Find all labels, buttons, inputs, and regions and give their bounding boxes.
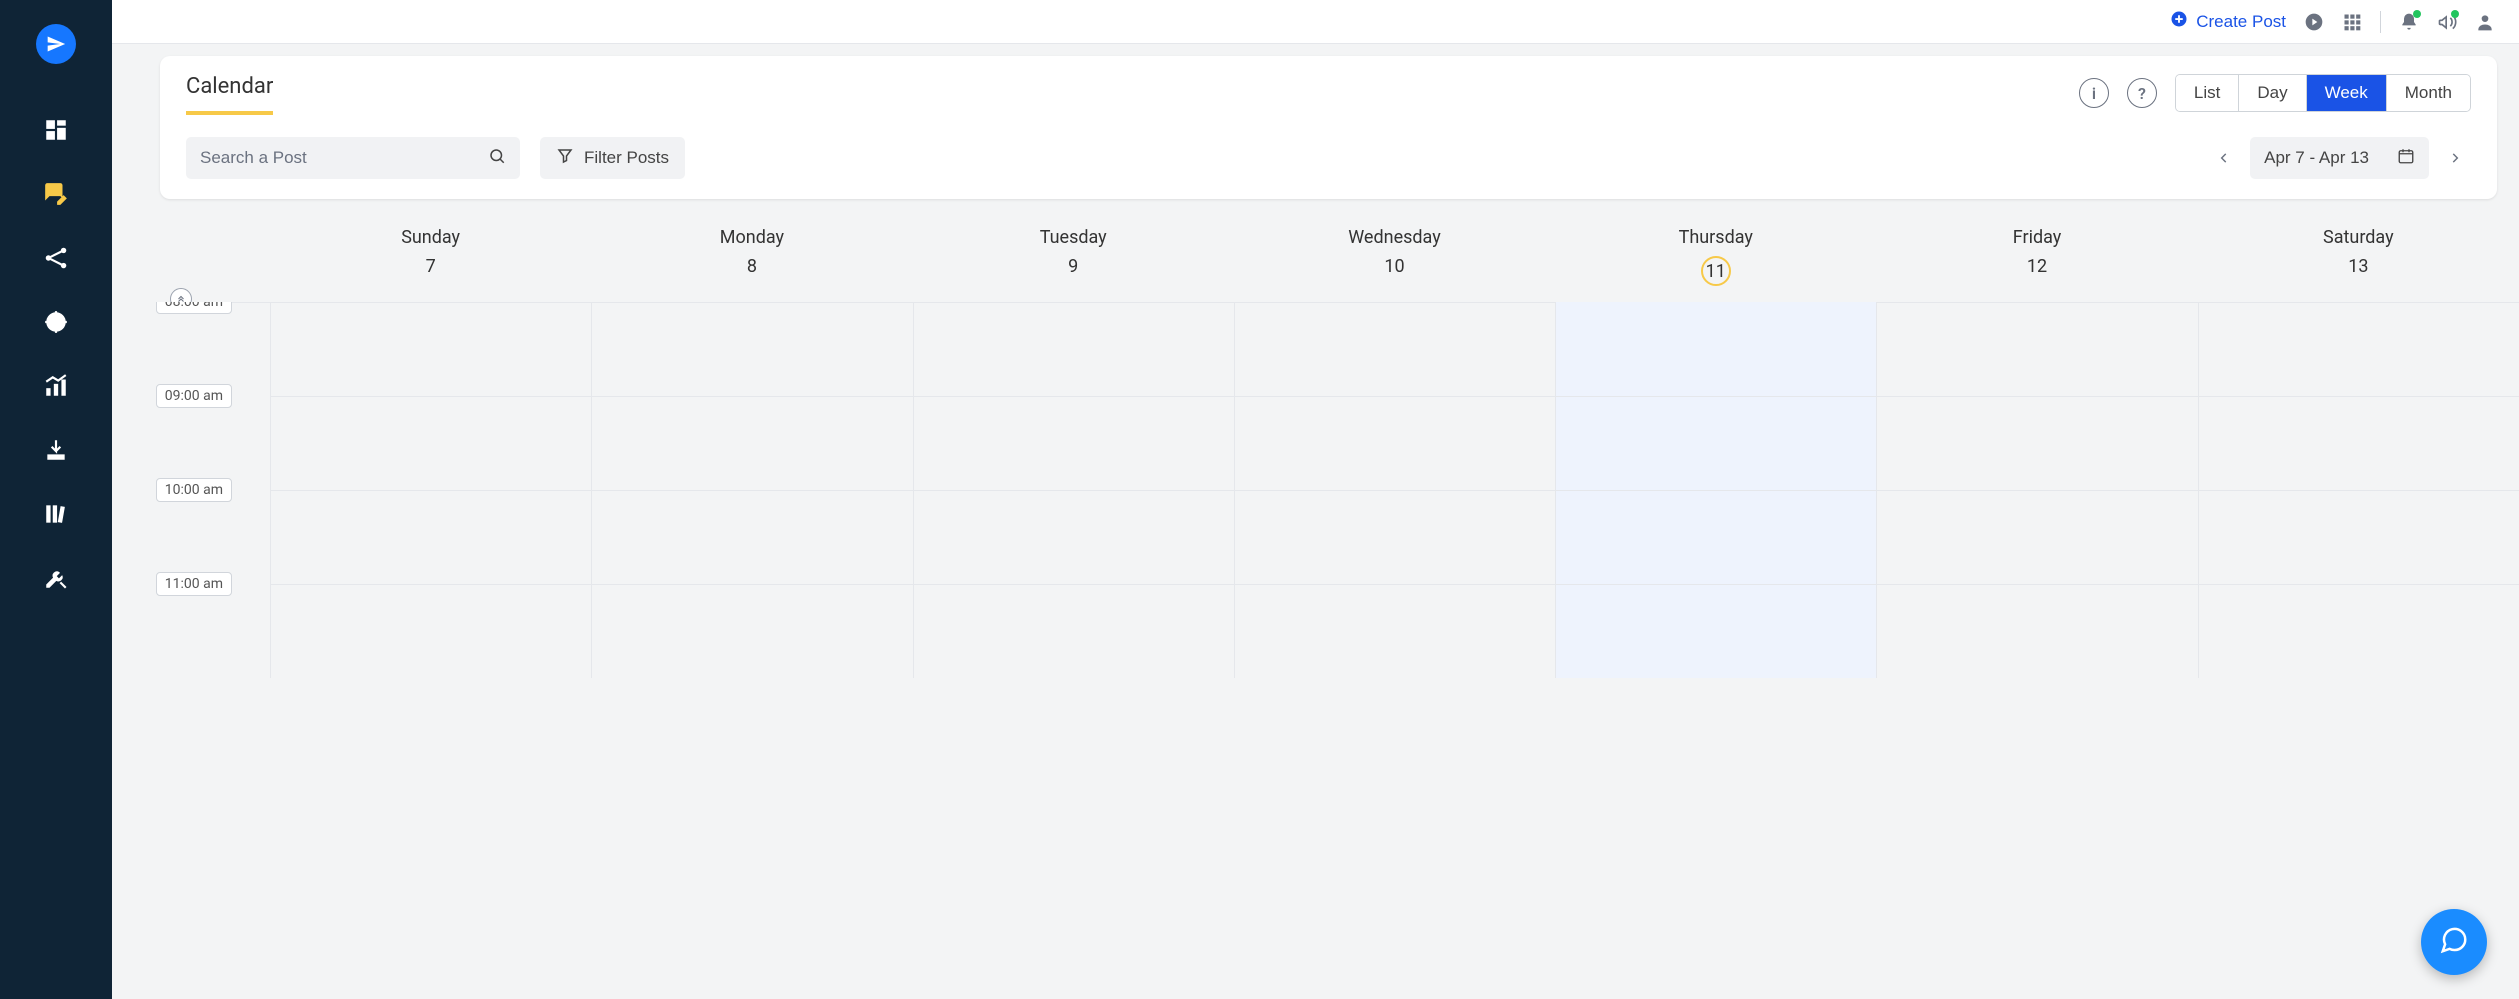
day-name: Friday [1876,227,2197,248]
calendar-grid: Sunday 7 Monday 8 Tuesday 9 Wednesday 10 Thursda… [112,221,2519,999]
connections-icon [43,245,69,275]
announcement-badge [2451,10,2459,18]
day-header[interactable]: Sunday 7 [270,221,591,302]
day-header[interactable]: Friday 12 [1876,221,2197,302]
library-icon [43,501,69,531]
apps-grid-icon[interactable] [2342,12,2362,32]
info-icon[interactable]: i [2079,78,2109,108]
date-range-button[interactable]: Apr 7 - Apr 13 [2250,137,2429,179]
analytics-icon [43,373,69,403]
time-label: 09:00 am [156,384,232,408]
day-header[interactable]: Tuesday 9 [913,221,1234,302]
help-icon[interactable]: ? [2127,78,2157,108]
left-sidebar [0,0,112,999]
nav-target[interactable] [0,292,112,356]
topbar-divider [2380,11,2381,33]
nav-library[interactable] [0,484,112,548]
filter-button[interactable]: Filter Posts [540,137,685,179]
chat-icon [2439,925,2469,959]
search-box [186,137,520,179]
announcements-icon[interactable] [2437,12,2457,32]
top-bar: Create Post [112,0,2519,44]
day-header[interactable]: Thursday 11 [1555,221,1876,302]
day-number: 7 [426,256,436,277]
calendar-icon [2397,147,2415,170]
nav-dashboard[interactable] [0,100,112,164]
app-logo[interactable] [36,24,76,64]
create-post-label: Create Post [2196,12,2286,32]
notifications-icon[interactable] [2399,12,2419,32]
page-title: Calendar [186,74,273,115]
tools-icon [43,565,69,595]
day-number: 13 [2348,256,2368,277]
view-month-button[interactable]: Month [2387,75,2470,111]
compose-icon [43,181,69,211]
chat-fab[interactable] [2421,909,2487,975]
day-name: Saturday [2198,227,2519,248]
download-icon [43,437,69,467]
day-header[interactable]: Wednesday 10 [1234,221,1555,302]
view-toggle: List Day Week Month [2175,74,2471,112]
day-number-today: 11 [1701,256,1731,286]
view-week-button[interactable]: Week [2307,75,2387,111]
nav-downloads[interactable] [0,420,112,484]
day-name: Wednesday [1234,227,1555,248]
day-header[interactable]: Monday 8 [591,221,912,302]
day-name: Monday [591,227,912,248]
date-range-label: Apr 7 - Apr 13 [2264,148,2369,168]
time-label: 08:00 am [156,302,232,314]
view-list-button[interactable]: List [2176,75,2239,111]
dashboard-icon [43,117,69,147]
search-icon[interactable] [488,147,506,169]
filter-label: Filter Posts [584,148,669,168]
hour-line [270,490,2519,491]
nav-tools[interactable] [0,548,112,612]
day-name: Sunday [270,227,591,248]
day-number: 12 [2027,256,2047,277]
nav-compose[interactable] [0,164,112,228]
plus-circle-icon [2170,10,2188,33]
calendar-card: Calendar i ? List Day Week Month [160,56,2497,199]
time-label: 11:00 am [156,572,232,596]
create-post-button[interactable]: Create Post [2170,10,2286,33]
day-number: 10 [1384,256,1404,277]
nav-connections[interactable] [0,228,112,292]
filter-icon [556,147,574,170]
search-input[interactable] [200,148,488,168]
nav-analytics[interactable] [0,356,112,420]
day-header[interactable]: Saturday 13 [2198,221,2519,302]
day-name: Thursday [1555,227,1876,248]
day-number: 9 [1068,256,1078,277]
next-week-button[interactable] [2439,142,2471,174]
day-name: Tuesday [913,227,1234,248]
day-number: 8 [747,256,757,277]
target-icon [43,309,69,339]
hour-line [270,584,2519,585]
hour-line [270,396,2519,397]
time-label: 10:00 am [156,478,232,502]
play-circle-icon[interactable] [2304,12,2324,32]
view-day-button[interactable]: Day [2239,75,2306,111]
prev-week-button[interactable] [2208,142,2240,174]
notification-badge [2413,10,2421,18]
user-profile-icon[interactable] [2475,12,2495,32]
